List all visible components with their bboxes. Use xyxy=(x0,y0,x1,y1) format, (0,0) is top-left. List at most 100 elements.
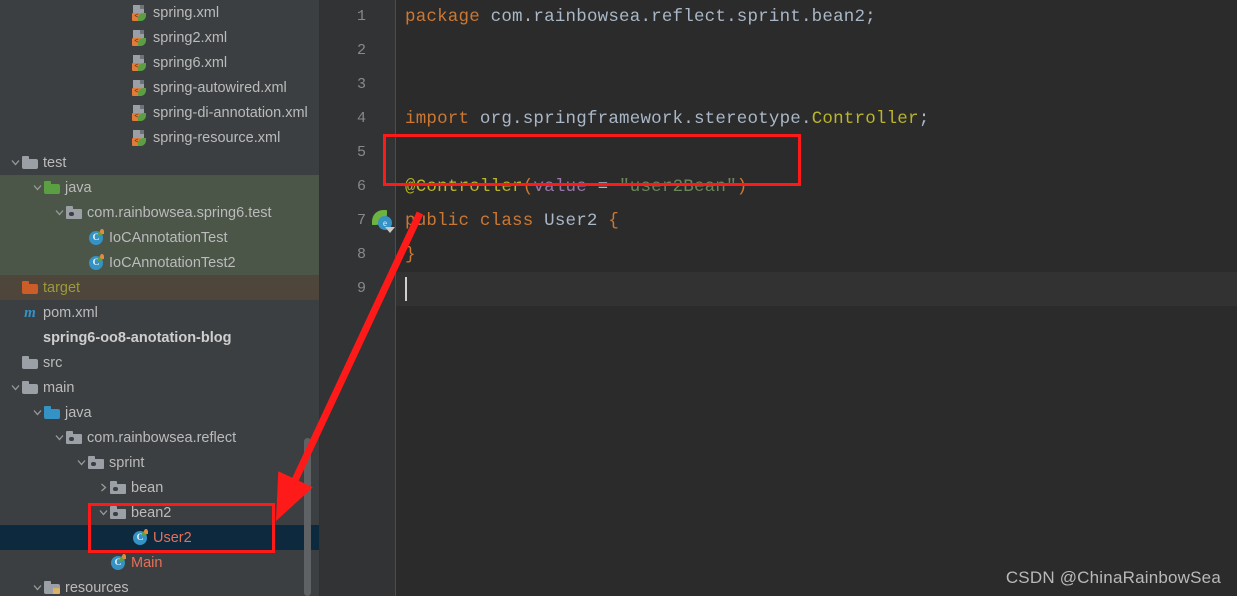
spring-xml-icon: < xyxy=(132,4,148,21)
tree-item-spring-di-annotation-xml[interactable]: < spring-di-annotation.xml xyxy=(0,100,320,125)
chevron-down-icon[interactable] xyxy=(74,450,88,475)
tree-item-iocannotationtest2[interactable]: C IoCAnnotationTest2 xyxy=(0,250,320,275)
tree-item-label: sprint xyxy=(109,454,145,471)
tree-item-spring2-xml[interactable]: < spring2.xml xyxy=(0,25,320,50)
folder-blue-icon xyxy=(44,406,60,419)
tree-item-sprint[interactable]: sprint xyxy=(0,450,320,475)
tree-item-label: spring-resource.xml xyxy=(153,129,281,146)
tree-item-label: com.rainbowsea.spring6.test xyxy=(87,204,272,221)
code-token: ; xyxy=(918,109,930,129)
tree-item-target[interactable]: target xyxy=(0,275,320,300)
tree-item-java[interactable]: java xyxy=(0,175,320,200)
code-token: import xyxy=(405,109,480,129)
tree-item-bean[interactable]: bean xyxy=(0,475,320,500)
tree-item-src[interactable]: src xyxy=(0,350,320,375)
tree-item-iocannotationtest[interactable]: C IoCAnnotationTest xyxy=(0,225,320,250)
tree-item-label: pom.xml xyxy=(43,304,98,321)
tree-item-label: java xyxy=(65,179,92,196)
folder-orange-icon xyxy=(22,281,38,294)
tree-item-spring6-oo8-anotation-blog[interactable]: spring6-oo8-anotation-blog xyxy=(0,325,320,350)
code-token: } xyxy=(405,245,416,265)
tree-item-label: IoCAnnotationTest2 xyxy=(109,254,236,271)
tree-item-pom-xml[interactable]: m pom.xml xyxy=(0,300,320,325)
tree-item-test[interactable]: test xyxy=(0,150,320,175)
chevron-down-icon[interactable] xyxy=(30,400,44,425)
tree-item-label: resources xyxy=(65,579,129,596)
tree-item-label: User2 xyxy=(153,529,192,546)
vertical-scrollbar[interactable] xyxy=(304,438,311,596)
tree-item-spring6-xml[interactable]: < spring6.xml xyxy=(0,50,320,75)
tree-item-label: spring6.xml xyxy=(153,54,228,71)
java-class-icon: C xyxy=(132,528,148,546)
code-line-4[interactable]: import org.springframework.stereotype.Co… xyxy=(405,102,929,136)
line-number: 4 xyxy=(356,110,366,127)
chevron-right-icon[interactable] xyxy=(96,475,110,500)
java-class-run-icon: C xyxy=(110,553,126,571)
line-number: 7 xyxy=(356,212,366,229)
folder-icon xyxy=(22,356,38,369)
line-number: 2 xyxy=(356,42,366,59)
csdn-watermark: CSDN @ChinaRainbowSea xyxy=(1005,568,1221,587)
project-tool-window[interactable]: < spring.xml < spring2.xml < spring6.xml… xyxy=(0,0,320,596)
code-editor[interactable]: 1 2 3 4 5 6 7 8 9 e package com.rainbowsea.refle… xyxy=(320,0,1237,596)
folder-icon xyxy=(22,156,38,169)
tree-item-spring-xml[interactable]: < spring.xml xyxy=(0,0,320,25)
ide-window: < spring.xml < spring2.xml < spring6.xml… xyxy=(0,0,1237,596)
tree-item-label: com.rainbowsea.reflect xyxy=(87,429,237,446)
folder-res-icon xyxy=(44,581,60,594)
code-token: com.rainbowsea.reflect.sprint.bean2; xyxy=(490,7,876,27)
maven-icon: m xyxy=(24,304,36,321)
chevron-down-icon[interactable] xyxy=(96,500,110,525)
code-line-8[interactable]: } xyxy=(405,238,416,272)
spring-bean-gutter-icon[interactable]: e xyxy=(372,210,395,233)
tree-item-bean2[interactable]: bean2 xyxy=(0,500,320,525)
chevron-down-icon[interactable] xyxy=(8,150,22,175)
folder-green-icon xyxy=(44,181,60,194)
tree-item-spring-autowired-xml[interactable]: < spring-autowired.xml xyxy=(0,75,320,100)
tree-item-com-rainbowsea-spring6-test[interactable]: com.rainbowsea.spring6.test xyxy=(0,200,320,225)
tree-item-label: IoCAnnotationTest xyxy=(109,229,228,246)
tree-item-spring-resource-xml[interactable]: < spring-resource.xml xyxy=(0,125,320,150)
code-token: Controller xyxy=(811,109,919,129)
code-token: @Controller xyxy=(405,177,523,197)
tree-item-label: src xyxy=(43,354,63,371)
java-class-icon: C xyxy=(88,253,104,271)
tree-item-label: Main xyxy=(131,554,163,571)
tree-item-com-rainbowsea-reflect[interactable]: com.rainbowsea.reflect xyxy=(0,425,320,450)
chevron-down-icon[interactable] xyxy=(30,175,44,200)
code-token: public class xyxy=(405,211,545,231)
line-number: 5 xyxy=(356,144,366,161)
spring-xml-icon: < xyxy=(132,129,148,146)
project-tree[interactable]: < spring.xml < spring2.xml < spring6.xml… xyxy=(0,0,320,596)
spring-xml-icon: < xyxy=(132,104,148,121)
spring-xml-icon: < xyxy=(132,29,148,46)
tree-item-label: java xyxy=(65,404,92,421)
tree-item-java[interactable]: java xyxy=(0,400,320,425)
code-token: ( xyxy=(522,177,534,197)
no-icon xyxy=(22,330,38,346)
code-token: User2 xyxy=(544,211,598,231)
code-line-1[interactable]: package com.rainbowsea.reflect.sprint.be… xyxy=(405,0,876,34)
chevron-down-icon[interactable] xyxy=(30,575,44,596)
tree-item-label: bean2 xyxy=(131,504,172,521)
code-line-6[interactable]: @Controller(value = "user2Bean") xyxy=(405,170,748,204)
tree-item-main[interactable]: main xyxy=(0,375,320,400)
tree-item-user2[interactable]: C User2 xyxy=(0,525,320,550)
chevron-down-icon[interactable] xyxy=(8,375,22,400)
chevron-down-icon[interactable] xyxy=(52,200,66,225)
package-icon xyxy=(88,456,104,469)
code-token: package xyxy=(405,7,491,27)
tree-item-label: spring-autowired.xml xyxy=(153,79,287,96)
tree-item-main[interactable]: C Main xyxy=(0,550,320,575)
code-line-7[interactable]: public class User2 { xyxy=(405,204,619,238)
tree-item-resources[interactable]: resources xyxy=(0,575,320,596)
code-token: "user2Bean" xyxy=(619,177,737,197)
spring-xml-icon: < xyxy=(132,79,148,96)
text-caret xyxy=(405,277,407,301)
line-number: 9 xyxy=(356,280,366,297)
chevron-down-icon[interactable] xyxy=(52,425,66,450)
tree-item-label: spring.xml xyxy=(153,4,220,21)
tree-item-label: main xyxy=(43,379,75,396)
